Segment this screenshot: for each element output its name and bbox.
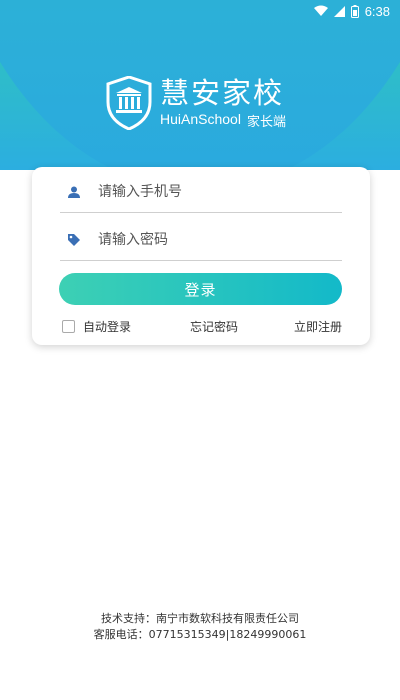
forgot-password-link[interactable]: 忘记密码 [190, 318, 238, 335]
app-subtitle: HuiAnSchool 家长端 [160, 111, 286, 130]
brand-logo: 慧安家校 HuiAnSchool 家长端 [106, 76, 286, 130]
login-options: 自动登录 忘记密码 立即注册 [62, 317, 342, 335]
signal-icon [333, 5, 345, 17]
wifi-icon [313, 5, 328, 17]
password-field[interactable] [60, 220, 342, 261]
login-button[interactable]: 登录 [59, 273, 342, 305]
register-link[interactable]: 立即注册 [294, 318, 342, 335]
auto-login-checkbox[interactable] [62, 319, 75, 333]
footer: 技术支持：南宁市数软科技有限责任公司 客服电话：07715315349|1824… [0, 611, 400, 643]
school-shield-icon [106, 76, 152, 130]
customer-service-text: 客服电话：07715315349|18249990061 [93, 628, 307, 641]
battery-icon [350, 4, 359, 18]
phone-input[interactable] [96, 183, 330, 201]
app-title: 慧安家校 [160, 75, 285, 110]
user-icon [66, 184, 82, 200]
status-bar: 6:38 [0, 0, 400, 22]
auto-login-toggle[interactable]: 自动登录 [62, 318, 131, 335]
tag-icon [66, 232, 82, 248]
login-card: 登录 自动登录 忘记密码 立即注册 [32, 167, 370, 345]
status-time: 6:38 [364, 3, 390, 19]
login-screen: 6:38 慧安家校 HuiAnSchool 家长端 请输入手机号 登录 自动登录… [0, 0, 400, 700]
auto-login-label[interactable]: 自动登录 [83, 318, 131, 335]
brand-text: 慧安家校 HuiAnSchool 家长端 [160, 77, 286, 130]
app-subtitle-en: HuiAnSchool [160, 110, 241, 127]
app-subtitle-role: 家长端 [246, 114, 286, 130]
tech-support-text: 技术支持：南宁市数软科技有限责任公司 [101, 612, 299, 625]
phone-field[interactable] [60, 172, 342, 213]
password-input[interactable] [96, 231, 330, 249]
